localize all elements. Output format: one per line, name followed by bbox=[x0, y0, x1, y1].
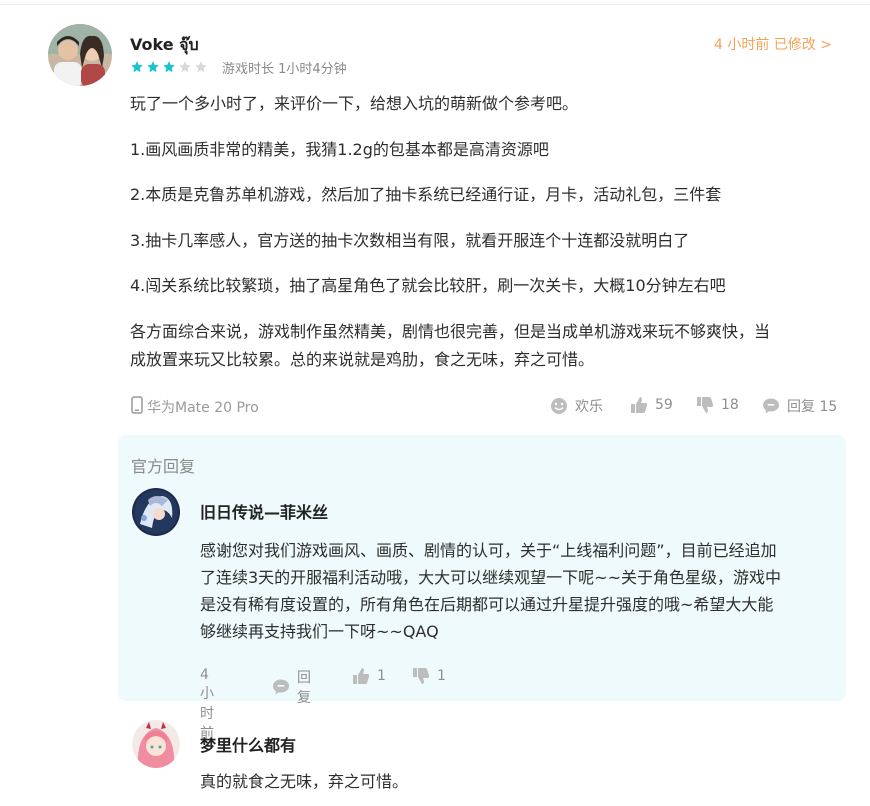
star-icon bbox=[163, 61, 175, 73]
official-reply-text: 感谢您对我们游戏画风、画质、剧情的认可，关于“上线福利问题”，目前已经追加 了连… bbox=[200, 537, 836, 645]
review-paragraph: 玩了一个多小时了，来评价一下，给想入坑的萌新做个参考吧。 bbox=[130, 94, 579, 113]
official-reply-line: 是没有稀有度设置的，所有角色在后期都可以通过升星提升强度的哦~希望大大能 bbox=[200, 595, 774, 614]
official-reply-box: 官方回复 旧日传说—菲米丝 感谢您对我们游戏画风、画质、剧情的认可，关于“上线福… bbox=[118, 435, 846, 742]
official-reply-line: 感谢您对我们游戏画风、画质、剧情的认可，关于“上线福利问题”，目前已经追加 bbox=[200, 541, 777, 560]
mood-label: 欢乐 bbox=[575, 399, 603, 415]
username[interactable]: Voke จุ๊บ bbox=[130, 33, 199, 58]
device-info: 华为Mate 20 Pro bbox=[130, 396, 259, 418]
thumbs-up-icon bbox=[352, 667, 370, 685]
star-icon bbox=[179, 61, 191, 73]
thumbs-up-icon bbox=[630, 396, 648, 414]
official-dislike-button[interactable]: 1 bbox=[412, 667, 446, 685]
review-paragraph: 成放置来玩又比较累。总的来说就是鸡肋，食之无味，弃之可惜。 bbox=[130, 350, 595, 369]
thumbs-down-icon bbox=[696, 396, 714, 414]
dislike-button[interactable]: 18 bbox=[696, 396, 739, 414]
phone-icon bbox=[130, 396, 144, 418]
official-reply-label: 官方回复 bbox=[131, 457, 196, 476]
reply-count: 回复 15 bbox=[787, 399, 838, 415]
rating-stars bbox=[130, 60, 208, 74]
review-paragraph: 3.抽卡几率感人，官方送的抽卡次数相当有限，就看开服连个十连都没就明白了 bbox=[130, 231, 690, 250]
device-label: 华为Mate 20 Pro bbox=[147, 400, 259, 416]
reply-button[interactable]: 回复 15 bbox=[762, 396, 837, 416]
review-timestamp[interactable]: 4 小时前 已修改 > bbox=[714, 34, 832, 54]
dislike-count: 18 bbox=[721, 397, 739, 413]
review-paragraph: 各方面综合来说，游戏制作虽然精美，剧情也很完善，但是当成单机游戏来玩不够爽快，当 bbox=[130, 322, 771, 341]
replier-avatar[interactable] bbox=[132, 720, 180, 768]
like-button[interactable]: 59 bbox=[630, 396, 673, 414]
official-like-button[interactable]: 1 bbox=[352, 667, 386, 685]
developer-avatar[interactable] bbox=[132, 488, 180, 536]
star-icon bbox=[195, 61, 207, 73]
star-icon bbox=[131, 61, 143, 73]
comment-icon bbox=[762, 397, 780, 415]
official-like-count: 1 bbox=[377, 668, 386, 684]
star-icon bbox=[147, 61, 159, 73]
top-divider bbox=[0, 4, 870, 5]
comment-icon bbox=[272, 678, 290, 696]
review-meta: 华为Mate 20 Pro 欢乐 59 18 回复 15 bbox=[130, 396, 840, 418]
official-reply-line: 够继续再支持我们一下呀~~QAQ bbox=[200, 622, 439, 641]
review-paragraph: 2.本质是克鲁苏单机游戏，然后加了抽卡系统已经通行证，月卡，活动礼包，三件套 bbox=[130, 185, 722, 204]
user-avatar[interactable] bbox=[48, 24, 112, 86]
official-reply-line: 了连续3天的开服福利活动哦，大大可以继续观望一下呢~~关于角色星级，游戏中 bbox=[200, 568, 781, 587]
review-paragraph: 4.闯关系统比较繁琐，抽了高星角色了就会比较肝，刷一次关卡，大概10分钟左右吧 bbox=[130, 276, 726, 295]
thumbs-down-icon bbox=[412, 667, 430, 685]
reply-text: 真的就食之无味，弃之可惜。 bbox=[200, 772, 409, 791]
official-reply-button[interactable]: 回复 bbox=[272, 667, 311, 707]
like-count: 59 bbox=[655, 397, 673, 413]
official-reply-label: 回复 bbox=[297, 670, 311, 706]
review-paragraph: 1.画风画质非常的精美，我猜1.2g的包基本都是高清资源吧 bbox=[130, 140, 549, 159]
smile-icon bbox=[550, 397, 568, 415]
playtime: 游戏时长 1小时4分钟 bbox=[222, 62, 347, 77]
developer-name[interactable]: 旧日传说—菲米丝 bbox=[200, 499, 328, 523]
official-dislike-count: 1 bbox=[437, 668, 446, 684]
mood-button[interactable]: 欢乐 bbox=[550, 396, 603, 416]
replier-name[interactable]: 梦里什么都有 bbox=[200, 732, 296, 756]
